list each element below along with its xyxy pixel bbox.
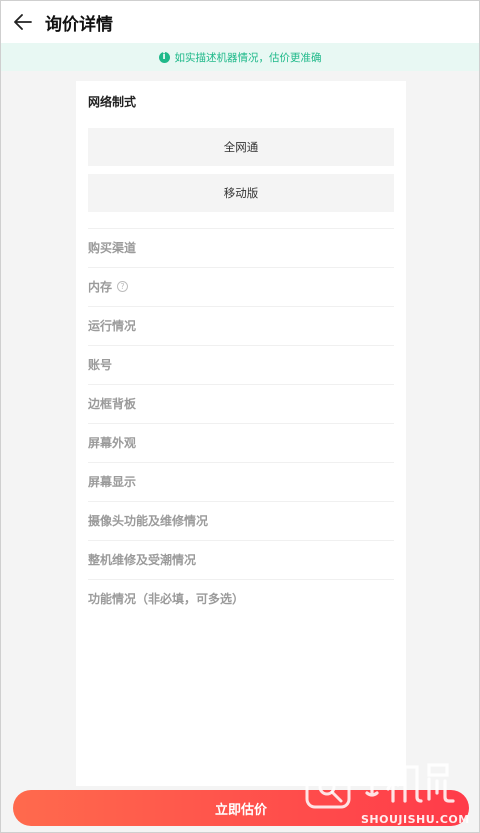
- back-button[interactable]: [3, 1, 43, 43]
- question-label: 内存: [88, 280, 113, 294]
- bottom-bar: 立即估价: [1, 786, 479, 832]
- info-icon: i: [158, 51, 170, 63]
- question-camera[interactable]: 摄像头功能及维修情况: [88, 501, 394, 539]
- question-running-status[interactable]: 运行情况: [88, 306, 394, 344]
- estimate-now-button[interactable]: 立即估价: [13, 790, 469, 826]
- question-label: 功能情况（非必填，可多选）: [88, 592, 245, 606]
- question-purchase-channel[interactable]: 购买渠道: [88, 228, 394, 266]
- question-label: 边框背板: [88, 397, 137, 411]
- question-label: 整机维修及受潮情况: [88, 553, 197, 567]
- question-functions[interactable]: 功能情况（非必填，可多选）: [88, 579, 394, 617]
- question-memory[interactable]: 内存 ?: [88, 267, 394, 305]
- network-option-full[interactable]: 全网通: [88, 128, 394, 166]
- estimate-button-label: 立即估价: [214, 802, 267, 818]
- help-icon[interactable]: ?: [117, 281, 129, 292]
- question-screen-display[interactable]: 屏幕显示: [88, 462, 394, 500]
- tip-banner: i 如实描述机器情况，估价更准确: [1, 43, 479, 71]
- question-repair-moisture[interactable]: 整机维修及受潮情况: [88, 540, 394, 578]
- question-frame-back[interactable]: 边框背板: [88, 384, 394, 422]
- inquiry-card: 网络制式 全网通 移动版 购买渠道 内存 ? 运行情况 账号 边框背板 屏幕外观…: [76, 81, 406, 786]
- question-account[interactable]: 账号: [88, 345, 394, 383]
- network-option-label: 全网通: [223, 140, 259, 154]
- page-title: 询价详情: [45, 14, 113, 35]
- question-label: 屏幕显示: [88, 475, 137, 489]
- network-option-label: 移动版: [223, 186, 259, 200]
- question-label: 屏幕外观: [88, 436, 137, 450]
- arrow-left-icon: [14, 14, 32, 30]
- question-label: 运行情况: [88, 319, 137, 333]
- tip-text: 如实描述机器情况，估价更准确: [174, 51, 322, 64]
- question-screen-appearance[interactable]: 屏幕外观: [88, 423, 394, 461]
- network-option-mobile[interactable]: 移动版: [88, 174, 394, 212]
- question-label: 账号: [88, 358, 113, 372]
- question-label: 摄像头功能及维修情况: [88, 514, 209, 528]
- network-section-title: 网络制式: [88, 95, 137, 109]
- question-label: 购买渠道: [88, 241, 137, 255]
- top-header: 询价详情: [1, 1, 479, 43]
- page: 询价详情 i 如实描述机器情况，估价更准确 网络制式 全网通 移动版 购买渠道 …: [0, 0, 480, 833]
